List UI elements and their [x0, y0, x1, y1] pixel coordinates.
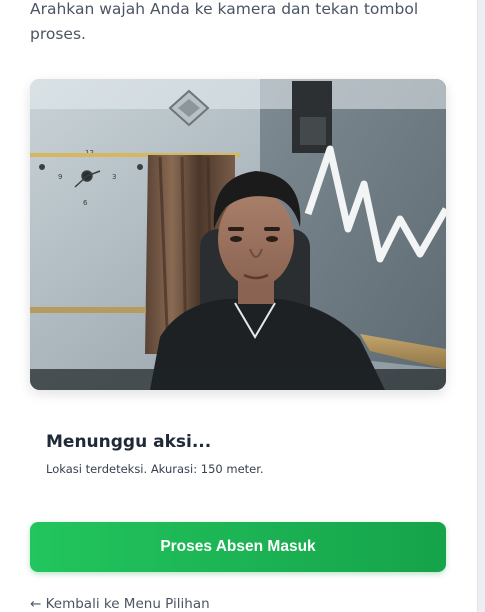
status-title: Menunggu aksi...	[46, 432, 212, 452]
svg-text:3: 3	[112, 173, 116, 181]
process-attendance-button[interactable]: Proses Absen Masuk	[30, 522, 446, 572]
scrollbar-track[interactable]	[477, 0, 485, 612]
attendance-page: Arahkan wajah Anda ke kamera dan tekan t…	[0, 0, 485, 612]
instruction-text: Arahkan wajah Anda ke kamera dan tekan t…	[30, 0, 419, 43]
back-to-menu-link[interactable]: ← Kembali ke Menu Pilihan	[30, 596, 210, 612]
svg-text:6: 6	[83, 199, 88, 207]
svg-text:9: 9	[58, 173, 62, 181]
camera-frame-image: 12 3 6 9	[30, 79, 446, 390]
location-status: Lokasi terdeteksi. Akurasi: 150 meter.	[46, 462, 264, 476]
camera-preview: 12 3 6 9	[30, 79, 446, 390]
